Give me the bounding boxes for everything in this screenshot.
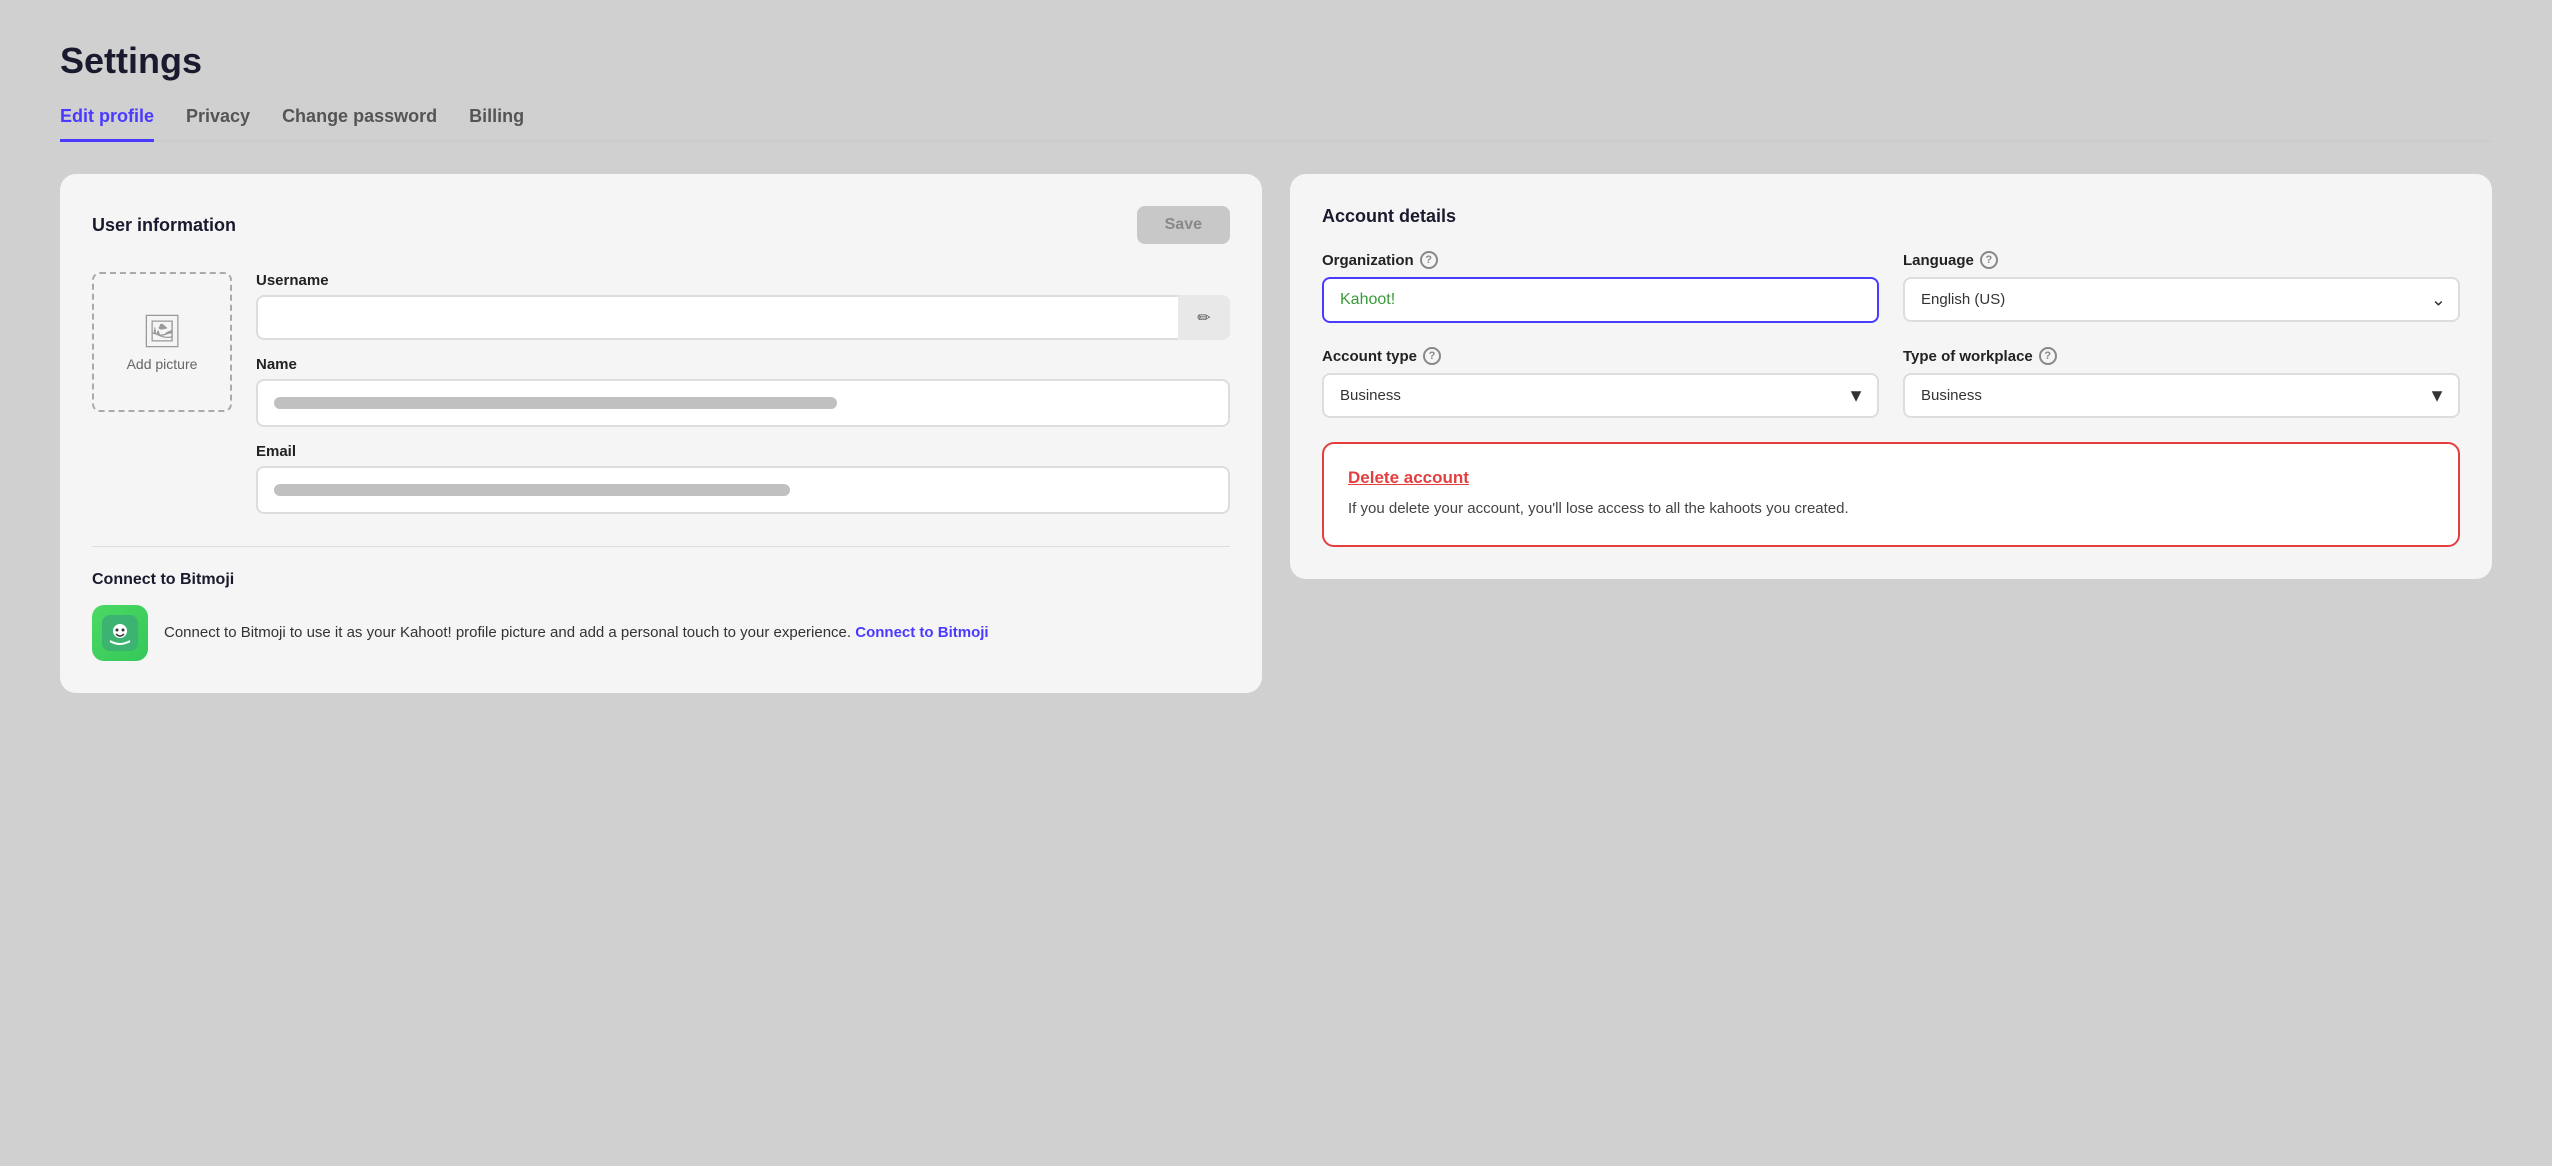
delete-account-description: If you delete your account, you'll lose … [1348,498,2434,521]
email-input[interactable] [256,466,1230,514]
bitmoji-logo [92,605,148,661]
main-content: User information Save 🖼 Add picture User… [60,174,2492,693]
bitmoji-description: Connect to Bitmoji to use it as your Kah… [164,622,989,645]
name-group: Name [256,356,1230,427]
save-button[interactable]: Save [1137,206,1230,244]
organization-label: Organization ? [1322,251,1879,269]
name-input[interactable] [256,379,1230,427]
workplace-select-wrapper: Business School University Home ▼ [1903,373,2460,418]
bitmoji-section: Connect to Bitmoji Connect to Bitmoji to… [92,546,1230,661]
email-group: Email [256,443,1230,514]
bitmoji-row: Connect to Bitmoji to use it as your Kah… [92,605,1230,661]
name-placeholder-bar [274,397,837,409]
workplace-select[interactable]: Business School University Home [1903,373,2460,418]
account-type-help-icon[interactable]: ? [1423,347,1441,365]
username-group: Username ✏ [256,272,1230,340]
bitmoji-connect-link[interactable]: Connect to Bitmoji [855,624,988,641]
language-group: Language ? English (US) English (UK) Spa… [1903,251,2460,323]
tab-change-password[interactable]: Change password [282,106,437,142]
language-select[interactable]: English (US) English (UK) Spanish French [1903,277,2460,322]
workplace-group: Type of workplace ? Business School Univ… [1903,347,2460,418]
workplace-label: Type of workplace ? [1903,347,2460,365]
username-input[interactable] [256,295,1230,340]
username-input-wrapper: ✏ [256,295,1230,340]
bitmoji-title: Connect to Bitmoji [92,571,1230,589]
name-label: Name [256,356,1230,373]
tab-billing[interactable]: Billing [469,106,524,142]
workplace-help-icon[interactable]: ? [2039,347,2057,365]
user-info-row: 🖼 Add picture Username ✏ Nam [92,272,1230,514]
avatar-upload-box[interactable]: 🖼 Add picture [92,272,232,412]
delete-account-box: Delete account If you delete your accoun… [1322,442,2460,547]
page-title: Settings [60,40,2492,82]
form-fields: Username ✏ Name [256,272,1230,514]
email-label: Email [256,443,1230,460]
account-type-label: Account type ? [1322,347,1879,365]
avatar-label: Add picture [127,356,198,372]
image-icon: 🖼 [142,312,183,350]
tab-edit-profile[interactable]: Edit profile [60,106,154,142]
delete-account-link[interactable]: Delete account [1348,468,2434,488]
account-details-card: Account details Organization ? Language … [1290,174,2492,579]
username-label: Username [256,272,1230,289]
tab-privacy[interactable]: Privacy [186,106,250,142]
organization-input[interactable] [1322,277,1879,323]
bitmoji-svg-icon [102,615,138,651]
tabs-nav: Edit profile Privacy Change password Bil… [60,106,2492,142]
language-help-icon[interactable]: ? [1980,251,1998,269]
account-details-grid: Organization ? Language ? English (US) E… [1322,251,2460,418]
language-label: Language ? [1903,251,2460,269]
organization-help-icon[interactable]: ? [1420,251,1438,269]
pencil-icon: ✏ [1197,308,1210,328]
account-type-group: Account type ? Business Teacher Student … [1322,347,1879,418]
account-type-select-wrapper: Business Teacher Student Personal ▼ [1322,373,1879,418]
language-select-wrapper: English (US) English (UK) Spanish French… [1903,277,2460,322]
username-edit-button[interactable]: ✏ [1178,295,1230,340]
card-header: User information Save [92,206,1230,244]
organization-group: Organization ? [1322,251,1879,323]
email-placeholder-bar [274,484,790,496]
account-details-title: Account details [1322,206,2460,227]
user-information-card: User information Save 🖼 Add picture User… [60,174,1262,693]
account-type-select[interactable]: Business Teacher Student Personal [1322,373,1879,418]
user-info-title: User information [92,215,236,236]
